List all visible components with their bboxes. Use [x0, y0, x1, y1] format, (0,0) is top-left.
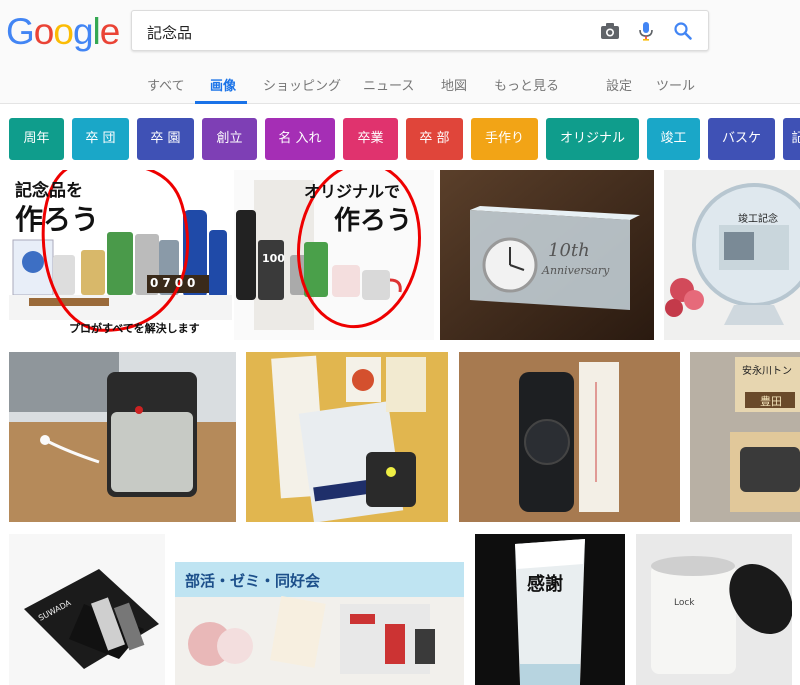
- image-result-10[interactable]: 部活・ゼミ・同好会: [175, 534, 464, 685]
- image-result-8[interactable]: 安永川トン 豊田: [690, 352, 800, 522]
- logo-letter: e: [99, 11, 121, 52]
- chip-club-graduation[interactable]: 卒 部: [406, 118, 463, 160]
- image-result-6[interactable]: [246, 352, 448, 522]
- chip-handmade[interactable]: 手作り: [471, 118, 538, 160]
- image-result-9[interactable]: SUWADA: [9, 534, 165, 685]
- related-search-chips: 周年 卒 団 卒 園 創立 名 入れ 卒業 卒 部 手作り オリジナル 竣工 バ…: [0, 118, 800, 160]
- image-caption: 豊田: [760, 395, 782, 408]
- image-caption: 部活・ゼミ・同好会: [185, 572, 321, 590]
- active-tab-indicator: [195, 101, 247, 104]
- image-caption: プロがすべてを解決します: [69, 322, 200, 335]
- keychain-banner-graphic: [175, 534, 464, 685]
- gift-set-graphic: [246, 352, 448, 522]
- image-result-11[interactable]: 感謝: [475, 534, 625, 685]
- chip-partial[interactable]: 記: [783, 118, 800, 160]
- image-caption: 作ろう: [334, 206, 413, 236]
- tab-tools[interactable]: ツール: [656, 75, 695, 94]
- logo-letter: g: [72, 11, 94, 52]
- chip-team-graduation[interactable]: 卒 団: [72, 118, 129, 160]
- tab-settings[interactable]: 設定: [606, 75, 632, 94]
- chip-basketball[interactable]: バスケ: [708, 118, 775, 160]
- chip-founding[interactable]: 創立: [202, 118, 257, 160]
- tab-more[interactable]: もっと見る: [494, 75, 559, 94]
- tab-maps[interactable]: 地図: [441, 75, 467, 94]
- image-result-3[interactable]: 10th Anniversary: [440, 170, 654, 340]
- image-result-1[interactable]: 記念品を 作ろう 0700 プロがすべてを解決します: [9, 170, 232, 340]
- image-caption: 作ろう: [15, 203, 100, 236]
- tab-images[interactable]: 画像: [210, 75, 236, 94]
- image-result-4[interactable]: 竣工記念: [664, 170, 800, 340]
- image-result-5[interactable]: [9, 352, 236, 522]
- image-caption: オリジナルで: [304, 182, 401, 201]
- search-box[interactable]: 記念品: [131, 10, 709, 51]
- nail-clipper-graphic: [9, 534, 165, 685]
- engraved-box-graphic: [690, 352, 800, 522]
- thermos-bottle-graphic: [459, 352, 680, 522]
- header: Google 記念品 すべて 画像 ショッピング ニュース 地図 もっと見る 設…: [0, 0, 800, 104]
- google-logo[interactable]: Google: [6, 10, 121, 54]
- search-icon[interactable]: [672, 20, 694, 42]
- microphone-icon[interactable]: [635, 20, 657, 42]
- image-result-7[interactable]: [459, 352, 680, 522]
- chip-anniversary[interactable]: 周年: [9, 118, 64, 160]
- crystal-plaque-graphic: [664, 170, 800, 340]
- image-result-2[interactable]: オリジナルで 作ろう 100: [234, 170, 434, 340]
- search-input[interactable]: 記念品: [147, 22, 192, 43]
- logo-letter: l: [92, 11, 101, 52]
- crystal-clock-graphic: [440, 170, 654, 340]
- tab-news[interactable]: ニュース: [363, 75, 414, 94]
- image-caption: 10th: [548, 240, 590, 261]
- image-caption: 竣工記念: [738, 214, 778, 225]
- image-result-12[interactable]: Lock: [636, 534, 792, 685]
- image-caption: 100: [262, 252, 285, 265]
- perfume-bottle-graphic: [9, 352, 236, 522]
- chip-graduation[interactable]: 卒業: [343, 118, 398, 160]
- tab-shopping[interactable]: ショッピング: [263, 75, 341, 94]
- glass-trophy-graphic: [475, 534, 625, 685]
- image-caption: 感謝: [527, 574, 563, 595]
- search-tabs: すべて 画像 ショッピング ニュース 地図 もっと見る 設定 ツール: [0, 72, 800, 104]
- logo-letter: G: [6, 11, 35, 52]
- image-caption: Anniversary: [542, 264, 610, 277]
- chip-name-engraving[interactable]: 名 入れ: [265, 118, 335, 160]
- canister-graphic: [636, 534, 792, 685]
- image-caption: Lock: [674, 598, 695, 608]
- chip-kindergarten-graduation[interactable]: 卒 園: [137, 118, 194, 160]
- logo-letter: o: [53, 11, 74, 52]
- image-caption: 0700: [150, 276, 200, 290]
- chip-completion[interactable]: 竣工: [647, 118, 700, 160]
- camera-icon[interactable]: [599, 20, 621, 42]
- image-caption: 安永川トン: [742, 366, 792, 377]
- tab-all[interactable]: すべて: [147, 75, 185, 94]
- chip-original[interactable]: オリジナル: [546, 118, 639, 160]
- logo-letter: o: [33, 11, 55, 52]
